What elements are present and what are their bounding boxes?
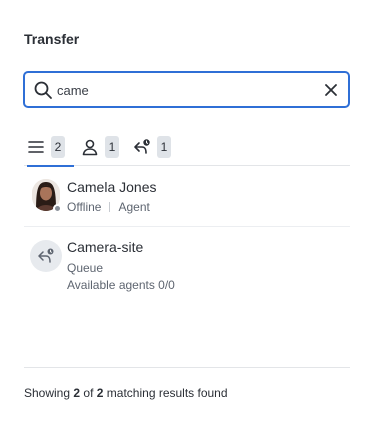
search-box[interactable] <box>23 71 350 108</box>
summary-of: of <box>83 386 94 400</box>
result-type: Queue <box>67 261 104 275</box>
result-name: Camera-site <box>67 239 144 255</box>
results-summary: Showing 2 of 2 matching results found <box>24 386 228 400</box>
divider <box>109 202 111 212</box>
queue-transfer-icon <box>134 139 150 154</box>
search-input[interactable] <box>57 79 307 101</box>
tab-queues[interactable]: 1 <box>133 128 171 166</box>
result-type: Agent <box>118 200 150 214</box>
clear-icon[interactable] <box>323 82 339 98</box>
list-icon <box>28 141 44 153</box>
filter-tabs: 2 1 1 <box>24 128 350 167</box>
result-status: Offline <box>67 200 102 214</box>
search-icon <box>34 81 52 99</box>
summary-shown-count: 2 <box>73 386 81 400</box>
summary-suffix: matching results found <box>106 386 228 400</box>
queue-avatar <box>30 240 62 272</box>
result-detail: Available agents 0/0 <box>67 278 175 292</box>
avatar-wrap <box>32 179 62 213</box>
tab-agents[interactable]: 1 <box>81 128 119 166</box>
tab-all[interactable]: 2 <box>27 128 74 167</box>
summary-total-count: 2 <box>96 386 104 400</box>
result-name: Camela Jones <box>67 179 157 195</box>
user-icon <box>82 139 98 156</box>
summary-prefix: Showing <box>24 386 71 400</box>
result-meta: Offline Agent <box>67 200 150 214</box>
result-row-queue[interactable]: Camera-site Queue Available agents 0/0 <box>24 228 350 300</box>
transfer-panel: Transfer 2 1 <box>0 0 373 426</box>
panel-title: Transfer <box>24 31 80 47</box>
offline-status-dot <box>53 204 62 213</box>
divider <box>24 367 350 368</box>
tab-count: 1 <box>157 136 171 158</box>
tab-count: 1 <box>105 136 119 158</box>
tab-count: 2 <box>51 136 65 158</box>
queue-transfer-icon <box>38 248 54 263</box>
result-row-agent[interactable]: Camela Jones Offline Agent <box>24 167 350 227</box>
